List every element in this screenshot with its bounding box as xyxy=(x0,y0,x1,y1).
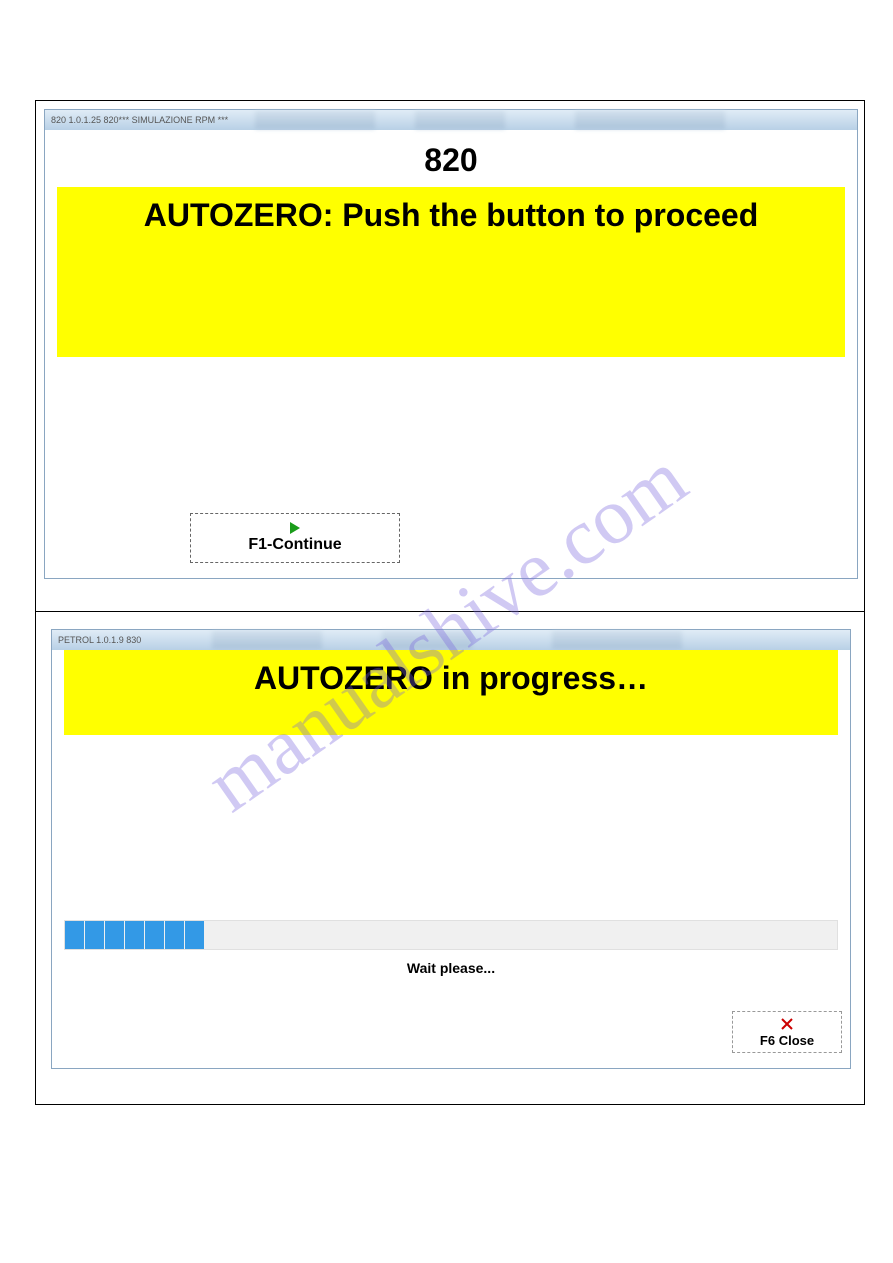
close-icon xyxy=(780,1017,794,1031)
titlebar-blur xyxy=(415,111,505,129)
progress-segment xyxy=(85,921,104,949)
instruction-banner: AUTOZERO: Push the button to proceed xyxy=(57,187,845,357)
progress-segment xyxy=(65,921,84,949)
titlebar-blur xyxy=(382,631,472,649)
close-button-label: F6 Close xyxy=(760,1033,814,1048)
window-autozero-progress: PETROL 1.0.1.9 830 AUTOZERO in progress…… xyxy=(51,629,851,1069)
continue-button[interactable]: F1-Continue xyxy=(190,513,400,563)
page-frame: 820 1.0.1.25 820*** SIMULAZIONE RPM *** … xyxy=(35,100,865,1105)
wait-message: Wait please... xyxy=(52,960,850,976)
horizontal-divider xyxy=(36,611,864,612)
close-button[interactable]: F6 Close xyxy=(732,1011,842,1053)
device-number-heading: 820 xyxy=(45,130,857,187)
progress-segment xyxy=(145,921,164,949)
progress-segment xyxy=(165,921,184,949)
window-autozero-prompt: 820 1.0.1.25 820*** SIMULAZIONE RPM *** … xyxy=(44,109,858,579)
window-title-text: PETROL 1.0.1.9 830 xyxy=(58,635,141,645)
titlebar-blur xyxy=(575,111,725,129)
titlebar-blur xyxy=(212,631,322,649)
progress-segment xyxy=(185,921,204,949)
progress-bar xyxy=(64,920,838,950)
progress-fill xyxy=(65,921,837,949)
progress-banner: AUTOZERO in progress… xyxy=(64,650,838,735)
window-title-text: 820 1.0.1.25 820*** SIMULAZIONE RPM *** xyxy=(51,115,228,125)
progress-segment xyxy=(105,921,124,949)
titlebar-blur xyxy=(552,631,682,649)
play-icon xyxy=(290,522,300,534)
progress-segment xyxy=(125,921,144,949)
continue-button-label: F1-Continue xyxy=(248,536,341,554)
titlebar-blur xyxy=(255,111,375,129)
